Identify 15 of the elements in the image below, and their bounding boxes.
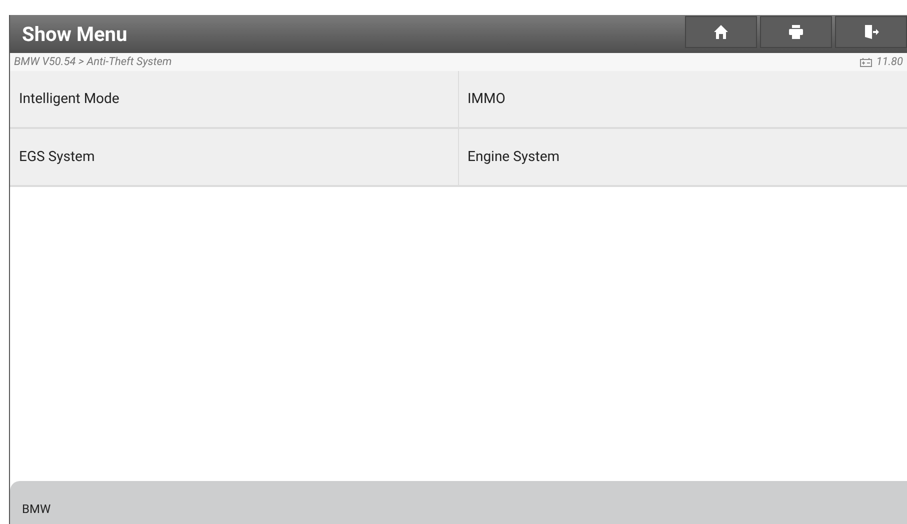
menu-item[interactable]: EGS System	[10, 129, 458, 187]
breadcrumb: BMW V50.54 > Anti-Theft System	[14, 54, 172, 70]
exit-door-icon	[863, 24, 879, 40]
print-button[interactable]	[760, 16, 832, 48]
battery-icon	[860, 57, 872, 67]
footer-label: BMW	[22, 500, 51, 518]
menu-item[interactable]: Engine System	[458, 129, 907, 187]
window-title: Show Menu	[22, 21, 128, 48]
voltage-reading: 11.80	[876, 54, 903, 70]
home-button[interactable]	[685, 16, 757, 48]
printer-icon	[788, 24, 804, 40]
menu-item[interactable]: IMMO	[458, 71, 907, 129]
menu-item[interactable]: Intelligent Mode	[10, 71, 458, 129]
home-icon	[713, 24, 729, 40]
exit-button[interactable]	[835, 16, 907, 48]
